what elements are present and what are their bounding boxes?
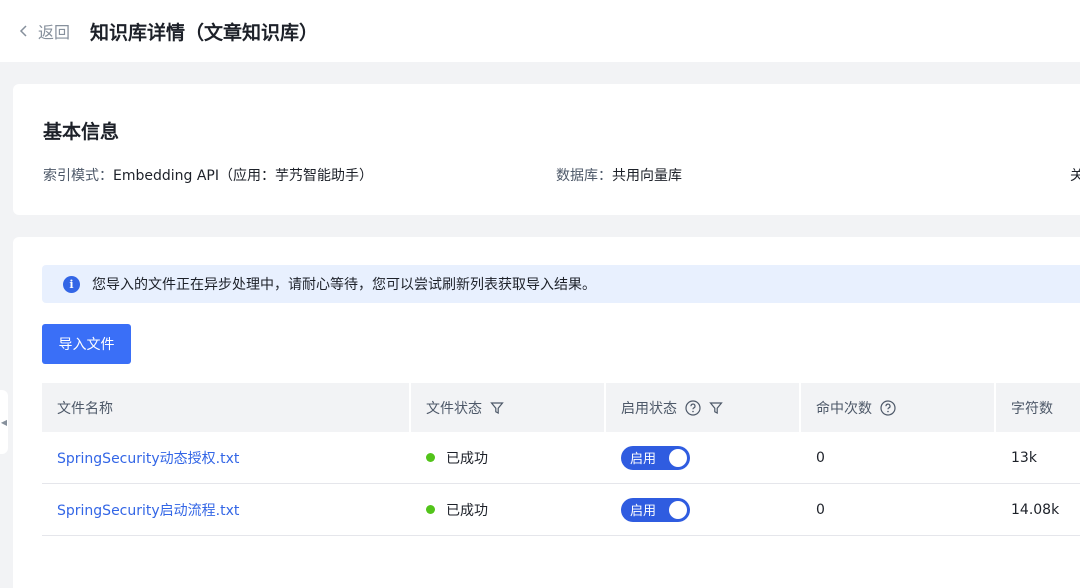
filter-icon[interactable] xyxy=(490,401,504,415)
file-status: 已成功 xyxy=(446,450,488,467)
async-info-alert: i 您导入的文件正在异步处理中，请耐心等待，您可以尝试刷新列表获取导入结果。 xyxy=(42,265,1080,303)
enable-toggle[interactable]: 启用 xyxy=(621,445,690,470)
back-label: 返回 xyxy=(38,23,71,42)
files-table: 文件名称 文件状态 启用状态 命中次数 字符数 SpringSecurity动态… xyxy=(42,383,1080,536)
top-bar: 返回 知识库详情（文章知识库） xyxy=(0,0,1080,62)
files-card: i 您导入的文件正在异步处理中，请耐心等待，您可以尝试刷新列表获取导入结果。 导… xyxy=(13,237,1080,588)
database-key: 数据库： xyxy=(556,168,612,184)
truncated-field-key: 关 xyxy=(1070,168,1080,184)
chevron-left-icon xyxy=(19,25,27,37)
column-header-enable-status: 启用状态 xyxy=(606,383,801,432)
column-header-char-count: 字符数 xyxy=(996,383,1080,432)
enable-toggle[interactable]: 启用 xyxy=(621,497,690,522)
info-icon: i xyxy=(63,275,80,293)
char-count: 14.08k xyxy=(1011,501,1060,518)
char-count: 13k xyxy=(1011,449,1037,466)
help-circle-icon[interactable] xyxy=(880,399,896,416)
column-header-hit-count: 命中次数 xyxy=(801,383,996,432)
help-circle-icon[interactable] xyxy=(685,399,701,416)
index-mode-row: 索引模式：Embedding API（应用：芋艿智能助手） xyxy=(43,165,373,185)
back-button[interactable]: 返回 xyxy=(18,19,70,43)
table-header: 文件名称 文件状态 启用状态 命中次数 字符数 xyxy=(42,383,1080,432)
table-row: SpringSecurity动态授权.txt 已成功 启用 0 13k xyxy=(42,432,1080,484)
hit-count: 0 xyxy=(816,501,825,518)
table-row: SpringSecurity启动流程.txt 已成功 启用 0 14.08k xyxy=(42,484,1080,536)
caret-left-icon: ◀ xyxy=(0,417,8,427)
database-row: 数据库：共用向量库 xyxy=(556,165,682,185)
hit-count: 0 xyxy=(816,449,825,466)
status-dot xyxy=(426,505,435,514)
filter-icon[interactable] xyxy=(709,401,723,415)
status-dot xyxy=(426,453,435,462)
sidebar-collapse-handle[interactable]: ◀ xyxy=(0,390,8,454)
basic-info-title: 基本信息 xyxy=(43,121,120,143)
file-status: 已成功 xyxy=(446,502,488,519)
column-header-file-name: 文件名称 xyxy=(42,383,411,432)
database-value: 共用向量库 xyxy=(612,168,682,184)
file-name-link[interactable]: SpringSecurity启动流程.txt xyxy=(57,500,239,520)
column-header-file-status: 文件状态 xyxy=(411,383,606,432)
index-mode-key: 索引模式： xyxy=(43,168,113,184)
index-mode-value: Embedding API（应用：芋艿智能助手） xyxy=(113,168,374,184)
alert-text: 您导入的文件正在异步处理中，请耐心等待，您可以尝试刷新列表获取导入结果。 xyxy=(92,277,596,293)
file-name-link[interactable]: SpringSecurity动态授权.txt xyxy=(57,448,239,468)
basic-info-card: 基本信息 索引模式：Embedding API（应用：芋艿智能助手） 数据库：共… xyxy=(13,84,1080,215)
page-title: 知识库详情（文章知识库） xyxy=(90,21,319,44)
import-file-button[interactable]: 导入文件 xyxy=(42,324,131,364)
